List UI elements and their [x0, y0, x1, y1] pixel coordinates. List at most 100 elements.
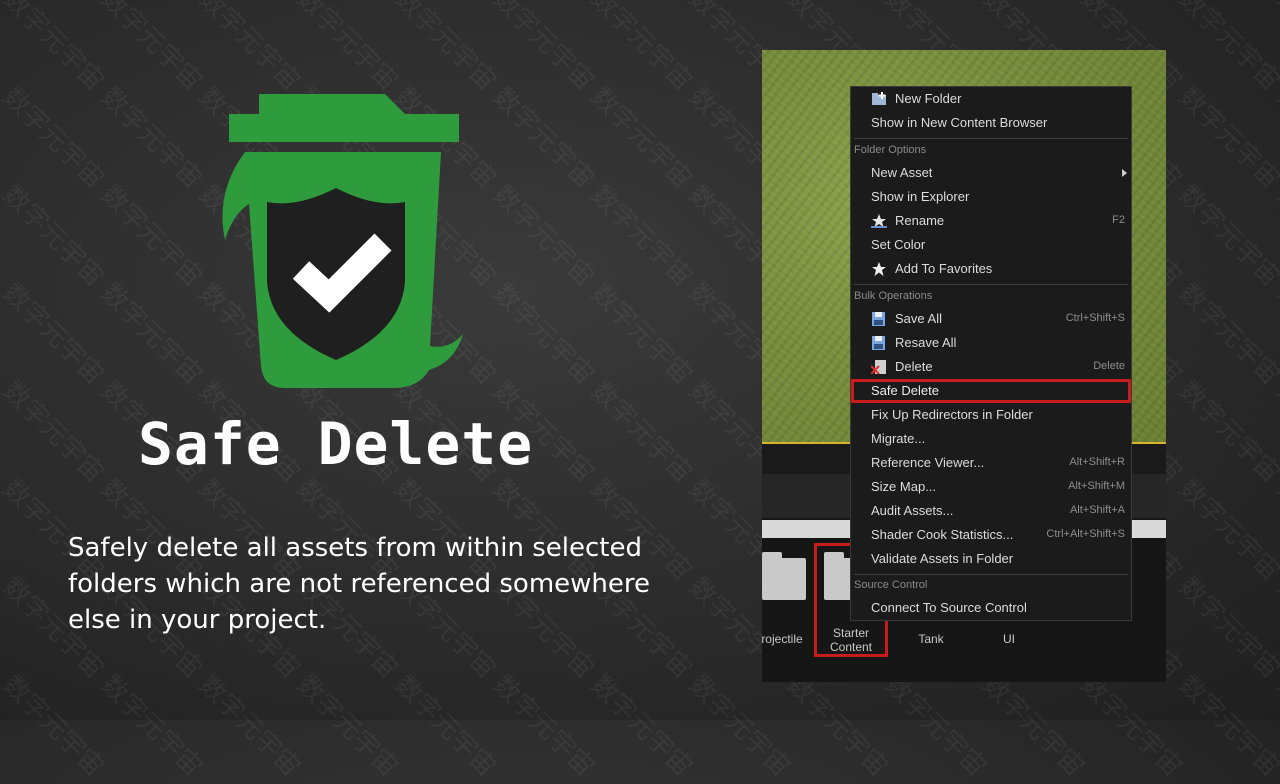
menu-item-label: Rename: [895, 213, 945, 228]
watermark-text: 数字元宇宙: [1270, 277, 1280, 391]
menu-separator: [854, 574, 1128, 575]
watermark-text: 数字元宇宙: [584, 0, 698, 97]
section-header-bulk-operations: Bulk Operations: [854, 290, 933, 302]
menu-item-safe-delete[interactable]: Safe Delete: [851, 379, 1131, 403]
menu-item-set-color[interactable]: Set Color: [851, 233, 1131, 257]
menu-item-new-folder[interactable]: New Folder: [851, 87, 1131, 111]
watermark-text: 数字元宇宙: [192, 0, 306, 97]
menu-item-show-in-explorer[interactable]: Show in Explorer: [851, 185, 1131, 209]
menu-item-new-asset[interactable]: New Asset: [851, 161, 1131, 185]
menu-item-migrate[interactable]: Migrate...: [851, 427, 1131, 451]
menu-separator: [854, 138, 1128, 139]
watermark-text: 数字元宇宙: [94, 277, 208, 391]
menu-item-save-all[interactable]: Save All Ctrl+Shift+S: [851, 307, 1131, 331]
menu-shortcut: F2: [1112, 214, 1125, 226]
menu-shortcut: Ctrl+Shift+S: [1065, 312, 1125, 324]
watermark-text: 数字元宇宙: [0, 277, 110, 391]
context-menu: New Folder Show in New Content Browser F…: [850, 86, 1132, 621]
menu-shortcut: Alt+Shift+M: [1068, 480, 1125, 492]
menu-shortcut: Delete: [1093, 360, 1125, 372]
save-icon: [872, 336, 885, 350]
menu-item-label: Set Color: [871, 237, 926, 252]
submenu-arrow-icon: [1122, 169, 1127, 177]
watermark-text: 数字元宇宙: [584, 669, 698, 783]
watermark-text: 数字元宇宙: [290, 669, 404, 783]
menu-item-label: New Asset: [871, 165, 933, 180]
menu-item-label: Reference Viewer...: [871, 455, 985, 470]
menu-item-show-in-new-content-browser[interactable]: Show in New Content Browser: [851, 111, 1131, 135]
menu-item-validate-assets-in-folder[interactable]: Validate Assets in Folder: [851, 547, 1131, 571]
watermark-text: 数字元宇宙: [0, 179, 110, 293]
watermark-text: 数字元宇宙: [1270, 473, 1280, 587]
hero-title: Safe Delete: [138, 410, 534, 478]
watermark-text: 数字元宇宙: [1172, 0, 1280, 97]
watermark-text: 数字元宇宙: [290, 0, 404, 97]
watermark-text: 数字元宇宙: [584, 277, 698, 391]
menu-item-label: Show in New Content Browser: [871, 115, 1048, 130]
menu-item-resave-all[interactable]: Resave All: [851, 331, 1131, 355]
watermark-text: 数字元宇宙: [486, 81, 600, 195]
watermark-text: 数字元宇宙: [94, 669, 208, 783]
watermark-text: 数字元宇宙: [1270, 669, 1280, 783]
watermark-text: 数字元宇宙: [584, 81, 698, 195]
watermark-text: 数字元宇宙: [1172, 375, 1280, 489]
menu-item-fix-up-redirectors[interactable]: Fix Up Redirectors in Folder: [851, 403, 1131, 427]
menu-item-shader-cook-statistics[interactable]: Shader Cook Statistics... Ctrl+Alt+Shift…: [851, 523, 1131, 547]
folder-label-projectile[interactable]: rojectile: [762, 632, 806, 646]
menu-item-add-to-favorites[interactable]: Add To Favorites: [851, 257, 1131, 281]
watermark-text: 数字元宇宙: [584, 179, 698, 293]
menu-item-label: Add To Favorites: [895, 261, 993, 276]
watermark-text: 数字元宇宙: [1270, 179, 1280, 293]
watermark-text: 数字元宇宙: [0, 81, 110, 195]
menu-item-reference-viewer[interactable]: Reference Viewer... Alt+Shift+R: [851, 451, 1131, 475]
menu-item-audit-assets[interactable]: Audit Assets... Alt+Shift+A: [851, 499, 1131, 523]
folder-icon[interactable]: [762, 552, 806, 600]
watermark-text: 数字元宇宙: [486, 669, 600, 783]
menu-item-connect-to-source-control[interactable]: Connect To Source Control: [851, 596, 1131, 620]
watermark-text: 数字元宇宙: [1270, 0, 1280, 97]
menu-item-label: Resave All: [895, 335, 957, 350]
watermark-text: 数字元宇宙: [1172, 81, 1280, 195]
watermark-text: 数字元宇宙: [1270, 81, 1280, 195]
watermark-text: 数字元宇宙: [1172, 669, 1280, 783]
folder-label-ui[interactable]: UI: [994, 632, 1024, 646]
menu-item-label: Connect To Source Control: [871, 600, 1027, 615]
section-header-folder-options: Folder Options: [854, 144, 927, 156]
menu-shortcut: Alt+Shift+A: [1069, 504, 1125, 516]
menu-item-label: Fix Up Redirectors in Folder: [871, 407, 1033, 422]
menu-item-label: Audit Assets...: [871, 503, 954, 518]
delete-icon: [871, 360, 886, 374]
menu-item-rename[interactable]: Rename F2: [851, 209, 1131, 233]
watermark-text: 数字元宇宙: [0, 375, 110, 489]
menu-item-label: Migrate...: [871, 431, 926, 446]
menu-item-label: Validate Assets in Folder: [871, 551, 1014, 566]
editor-screenshot: rojectile Starter Content Tank UI New Fo…: [762, 50, 1166, 682]
menu-item-label: Shader Cook Statistics...: [871, 527, 1014, 542]
watermark-text: 数字元宇宙: [486, 277, 600, 391]
menu-item-label: Delete: [895, 359, 933, 374]
watermark-text: 数字元宇宙: [388, 0, 502, 97]
watermark-text: 数字元宇宙: [1172, 571, 1280, 685]
menu-item-delete[interactable]: Delete Delete: [851, 355, 1131, 379]
folder-label-starter-content[interactable]: Starter Content: [818, 626, 884, 654]
watermark-text: 数字元宇宙: [192, 669, 306, 783]
safe-delete-trash-logo: [222, 94, 463, 388]
watermark-text: 数字元宇宙: [1270, 375, 1280, 489]
rename-icon: [871, 214, 887, 228]
watermark-text: 数字元宇宙: [486, 179, 600, 293]
menu-item-label: New Folder: [895, 91, 962, 106]
watermark-text: 数字元宇宙: [0, 669, 110, 783]
trash-lid: [229, 94, 459, 142]
watermark-text: 数字元宇宙: [1270, 571, 1280, 685]
watermark-text: 数字元宇宙: [1172, 473, 1280, 587]
watermark-text: 数字元宇宙: [486, 0, 600, 97]
watermark-text: 数字元宇宙: [878, 669, 992, 783]
watermark-text: 数字元宇宙: [94, 179, 208, 293]
menu-item-label: Save All: [895, 311, 942, 326]
watermark-text: 数字元宇宙: [94, 0, 208, 97]
folder-label-tank[interactable]: Tank: [904, 632, 958, 646]
menu-item-size-map[interactable]: Size Map... Alt+Shift+M: [851, 475, 1131, 499]
watermark-text: 数字元宇宙: [1172, 179, 1280, 293]
save-icon: [872, 312, 885, 326]
folder-label-line1: Starter: [832, 626, 869, 640]
